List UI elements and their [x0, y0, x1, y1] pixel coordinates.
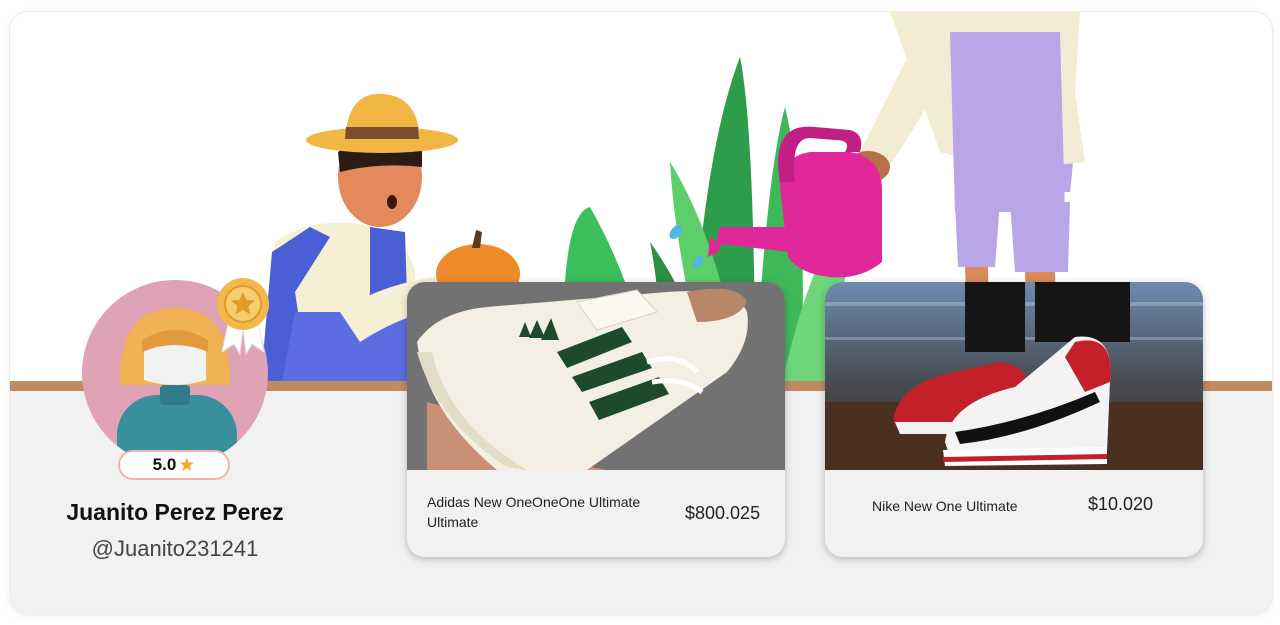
- star-icon: ★: [178, 454, 196, 476]
- profile-card: 5.0 ★ Juanito Perez Perez @Juanito231241: [10, 12, 1272, 614]
- adidas-sneaker-photo: [407, 282, 785, 470]
- product-price: $10.020: [1088, 494, 1154, 514]
- user-name: Juanito Perez Perez: [66, 499, 284, 525]
- rating-value: 5.0: [152, 455, 177, 474]
- product-card-nike[interactable]: Nike New One Ultimate $10.020: [825, 282, 1203, 557]
- nike-sneaker-photo: [825, 282, 1203, 470]
- product-name: Nike New One Ultimate: [872, 498, 1018, 514]
- user-handle[interactable]: @Juanito231241: [10, 536, 340, 562]
- product-price: $800.025: [685, 503, 761, 523]
- product-name: Adidas New OneOneOne Ultimate Ultimate: [427, 494, 641, 530]
- product-card-adidas[interactable]: Adidas New OneOneOne Ultimate Ultimate $…: [407, 282, 785, 557]
- award-medal-icon: [217, 278, 269, 356]
- rating-badge: 5.0 ★: [118, 450, 230, 480]
